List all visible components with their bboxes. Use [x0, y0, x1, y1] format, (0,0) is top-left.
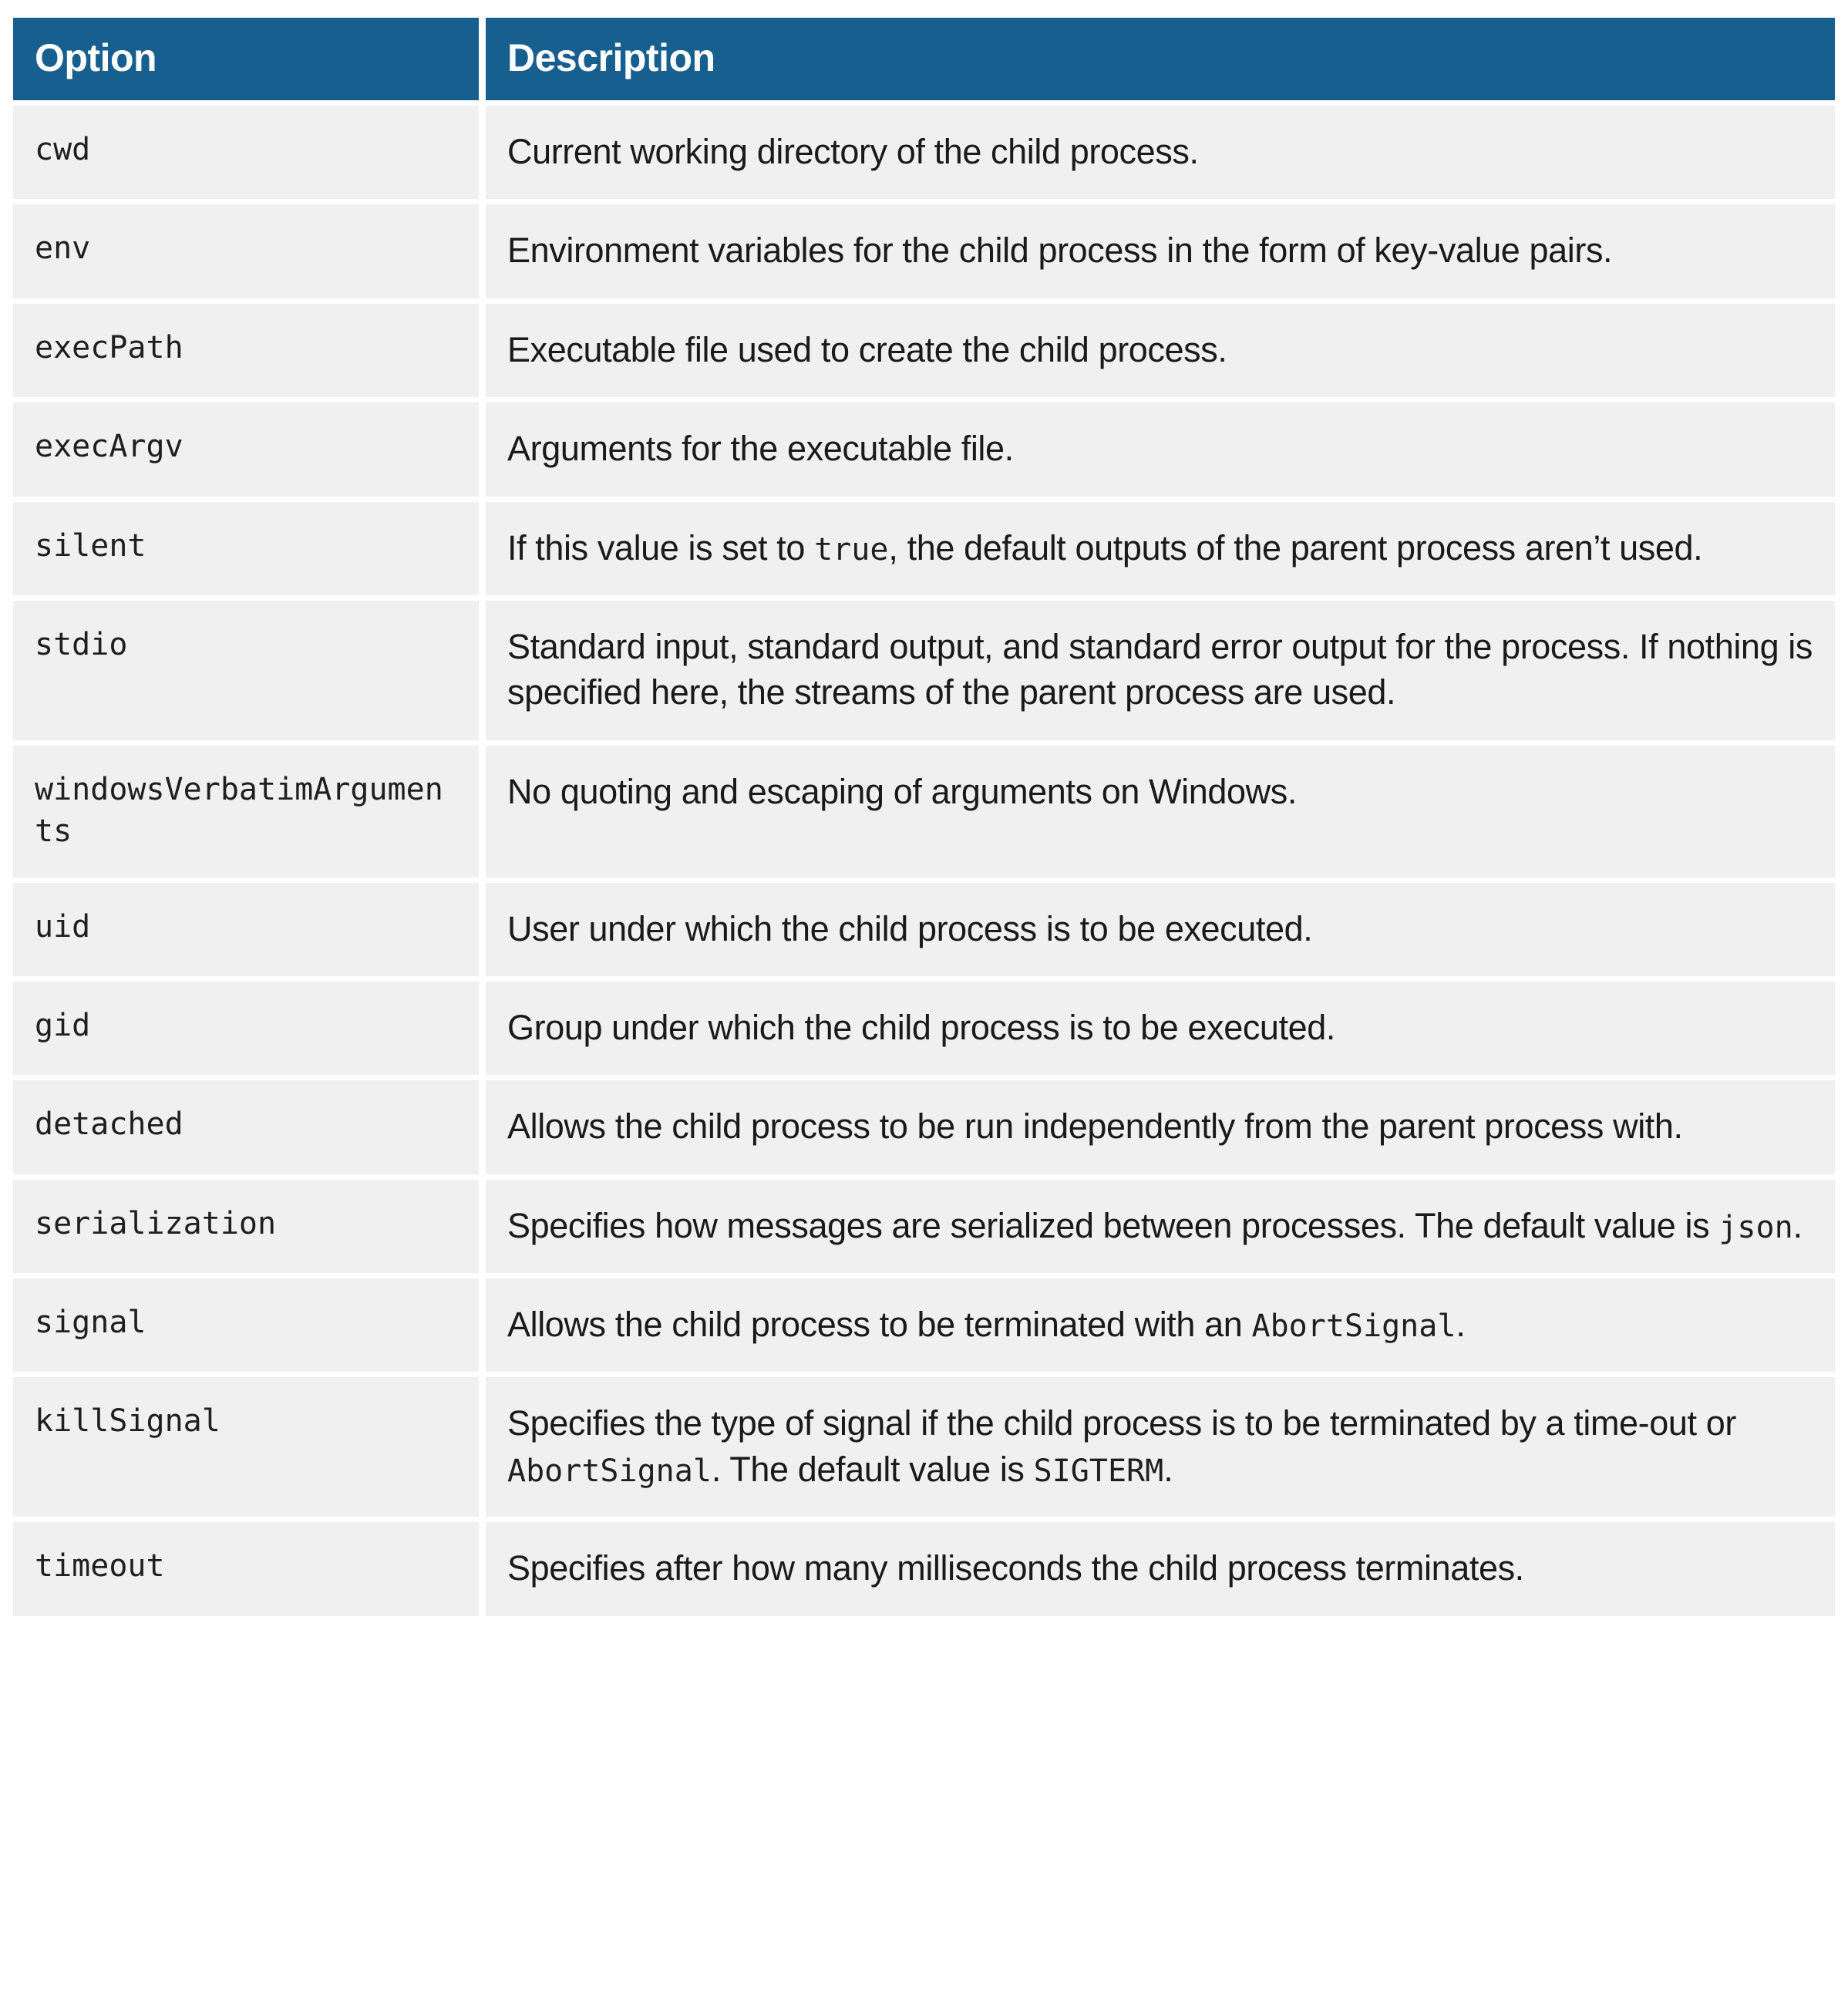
table-header: Option Description — [13, 18, 1835, 100]
description-cell: No quoting and escaping of arguments on … — [486, 745, 1835, 877]
column-header-option: Option — [13, 18, 479, 100]
inline-code: SIGTERM — [1033, 1453, 1164, 1489]
table-row: windowsVerbatimArguments No quoting and e… — [13, 745, 1835, 877]
table-row: cwd Current working directory of the chil… — [13, 106, 1835, 200]
inline-code: true — [814, 531, 889, 568]
option-cell: silent — [13, 501, 479, 595]
table-row: gid Group under which the child process i… — [13, 981, 1835, 1076]
table-row: silent If this value is set to true, the … — [13, 501, 1835, 595]
inline-code: AbortSignal — [1251, 1308, 1456, 1345]
description-cell: Allows the child process to be terminate… — [486, 1278, 1835, 1372]
table-row: stdio Standard input, standard output, an… — [13, 600, 1835, 740]
option-cell: detached — [13, 1080, 479, 1174]
option-cell: gid — [13, 981, 479, 1076]
description-cell: Executable file used to create the child… — [486, 303, 1835, 398]
option-cell: killSignal — [13, 1377, 479, 1517]
table-row: serialization Specifies how messages are … — [13, 1179, 1835, 1274]
table-row: execArgv Arguments for the executable fil… — [13, 402, 1835, 497]
option-cell: stdio — [13, 600, 479, 740]
option-cell: serialization — [13, 1179, 479, 1274]
table-row: env Environment variables for the child p… — [13, 204, 1835, 298]
table-header-row: Option Description — [13, 18, 1835, 100]
option-cell: execPath — [13, 303, 479, 398]
description-cell: Allows the child process to be run indep… — [486, 1080, 1835, 1174]
option-cell: timeout — [13, 1522, 479, 1616]
option-cell: env — [13, 204, 479, 298]
table-row: uid User under which the child process is… — [13, 882, 1835, 976]
inline-code: json — [1718, 1209, 1793, 1245]
column-header-description: Description — [486, 18, 1835, 100]
description-cell: Arguments for the executable file. — [486, 402, 1835, 497]
description-cell: Specifies how messages are serialized be… — [486, 1179, 1835, 1274]
description-cell: Specifies after how many milliseconds th… — [486, 1522, 1835, 1616]
description-cell: Standard input, standard output, and sta… — [486, 600, 1835, 740]
option-cell: cwd — [13, 106, 479, 200]
description-cell: Environment variables for the child proc… — [486, 204, 1835, 298]
table-row: execPath Executable file used to create t… — [13, 303, 1835, 398]
option-cell: windowsVerbatimArguments — [13, 745, 479, 877]
table-row: killSignal Specifies the type of signal i… — [13, 1377, 1835, 1517]
option-cell: execArgv — [13, 402, 479, 497]
description-cell: If this value is set to true, the defaul… — [486, 501, 1835, 595]
table-row: timeout Specifies after how many millisec… — [13, 1522, 1835, 1616]
option-cell: signal — [13, 1278, 479, 1372]
inline-code: AbortSignal — [507, 1453, 712, 1489]
options-table-container: Option Description cwd Current working di… — [0, 0, 1848, 1622]
description-cell: Specifies the type of signal if the chil… — [486, 1377, 1835, 1517]
options-table: Option Description cwd Current working di… — [6, 12, 1842, 1622]
option-cell: uid — [13, 882, 479, 976]
table-row: signal Allows the child process to be ter… — [13, 1278, 1835, 1372]
table-body: cwd Current working directory of the chil… — [13, 106, 1835, 1616]
table-row: detached Allows the child process to be r… — [13, 1080, 1835, 1174]
description-cell: Current working directory of the child p… — [486, 106, 1835, 200]
description-cell: User under which the child process is to… — [486, 882, 1835, 976]
description-cell: Group under which the child process is t… — [486, 981, 1835, 1076]
